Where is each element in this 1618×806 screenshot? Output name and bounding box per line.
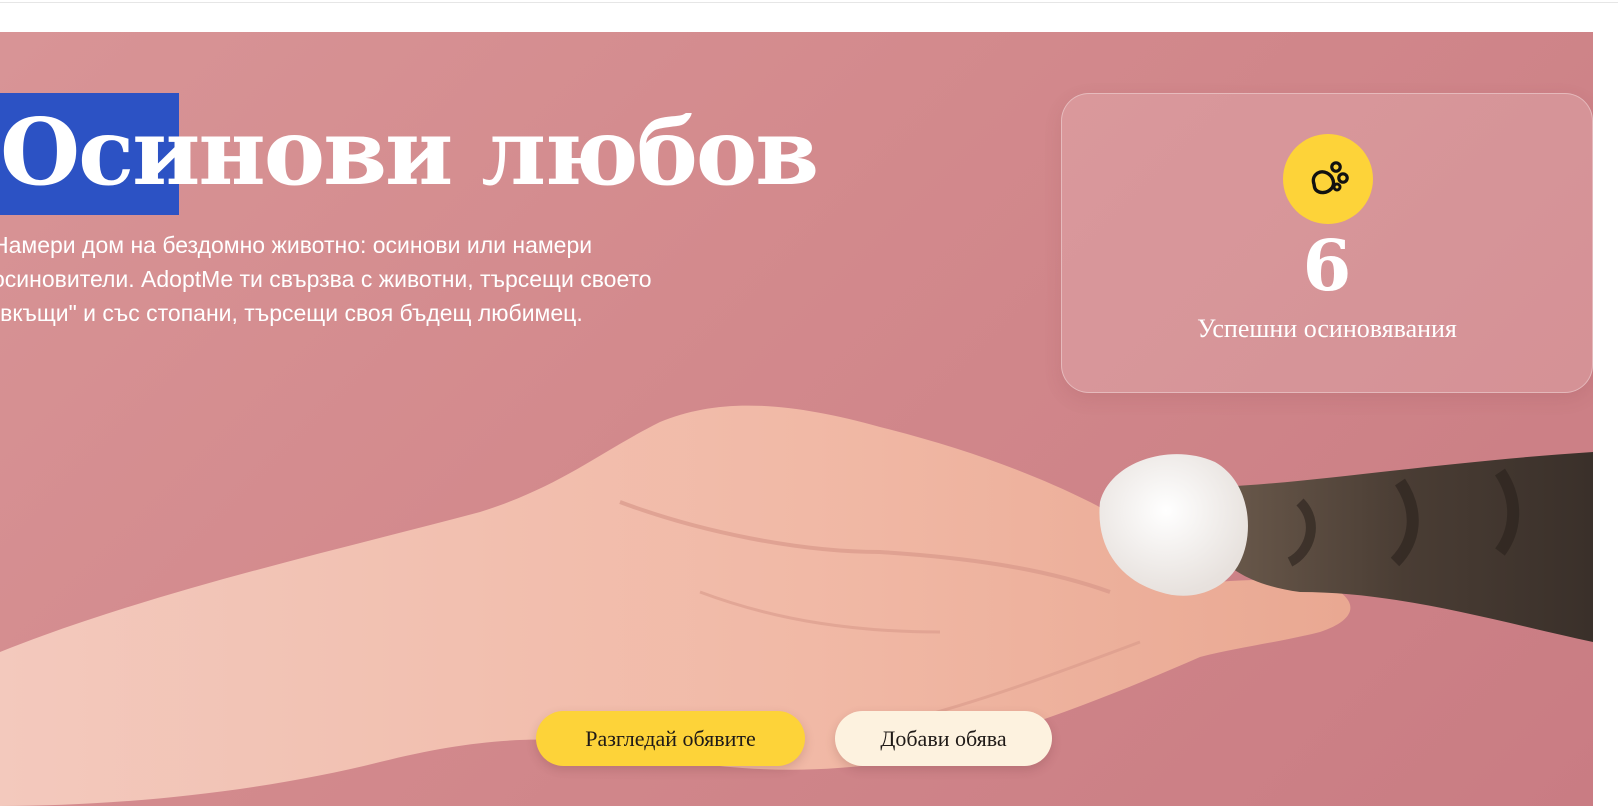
adoptions-count: 6 [1302, 224, 1352, 307]
adoptions-label: Успешни осиновявания [1197, 314, 1457, 343]
top-divider [0, 2, 1618, 3]
hero-title: Осинови любов [0, 98, 819, 206]
browse-listings-button[interactable]: Разгледай обявите [536, 711, 805, 766]
adoptions-stats-card: 6 Успешни осиновявания [1061, 93, 1593, 393]
hero-description: Намери дом на бездомно животно: осинови … [0, 232, 652, 326]
paw-icon [1283, 134, 1373, 224]
add-listing-button[interactable]: Добави обява [835, 711, 1052, 766]
hero-section: Осинови любов Намери дом на бездомно жив… [0, 32, 1593, 806]
